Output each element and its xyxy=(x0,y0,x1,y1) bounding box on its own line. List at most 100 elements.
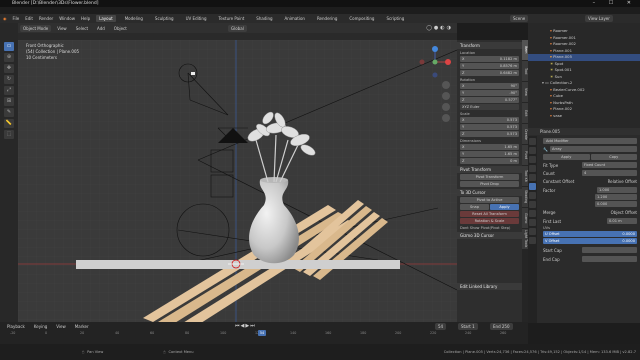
add-cube-tool-icon[interactable]: ⬚ xyxy=(4,130,14,139)
fit-type-select[interactable]: Fixed Count xyxy=(582,162,637,168)
factor-x-field[interactable]: 1.000 xyxy=(597,187,637,193)
modifier-name-field[interactable]: Array xyxy=(549,146,637,152)
playhead[interactable]: 54 xyxy=(258,330,266,336)
first-last-checkbox[interactable]: First Last xyxy=(543,219,561,224)
scene-props-tab-icon[interactable] xyxy=(529,156,536,163)
factor-y-field[interactable]: 1.200 xyxy=(595,194,637,200)
transform-section-header[interactable]: Transform xyxy=(457,42,522,49)
workspace-tab-compositing[interactable]: Compositing xyxy=(346,15,377,22)
output-props-tab-icon[interactable] xyxy=(529,147,536,154)
3d-viewport[interactable] xyxy=(18,40,457,322)
reset-all-transform-button[interactable]: Reset All Transform xyxy=(460,211,519,217)
object-menu[interactable]: Object xyxy=(111,25,130,32)
rotate-tool-icon[interactable]: ↻ xyxy=(4,75,14,84)
merge-distance-field[interactable]: 0.01 m xyxy=(607,218,637,224)
rotation-scale-button[interactable]: Rotation & Scale xyxy=(460,218,519,224)
outliner-item[interactable]: ▾ vase xyxy=(528,113,640,120)
workspace-tab-layout[interactable]: Layout xyxy=(96,15,116,22)
rotation-y-field[interactable]: Y -90° xyxy=(460,90,519,96)
workspace-tab-uv[interactable]: UV Editing xyxy=(183,15,210,22)
rotation-x-field[interactable]: X 90° xyxy=(460,83,519,89)
start-frame-field[interactable]: Start 1 xyxy=(458,322,478,330)
v-offset-field[interactable]: V Offset 0.0000 xyxy=(543,238,637,244)
modifier-props-tab-icon[interactable] xyxy=(529,183,536,190)
data-props-tab-icon[interactable] xyxy=(529,219,536,226)
workspace-tab-texture[interactable]: Texture Paint xyxy=(215,15,247,22)
timeline-view-menu[interactable]: View xyxy=(53,323,69,330)
menu-help[interactable]: Help xyxy=(81,16,90,21)
workspace-tab-scripting[interactable]: Scripting xyxy=(383,15,407,22)
playback-controls[interactable]: ⏮◀▶⏭ xyxy=(235,323,256,329)
annotate-tool-icon[interactable]: ✎ xyxy=(4,108,14,117)
rotation-z-field[interactable]: Z 0.577° xyxy=(460,97,519,103)
apply-button[interactable]: Apply xyxy=(490,204,519,210)
cursor-tool-icon[interactable]: ⊕ xyxy=(4,53,14,62)
view-layer-selector[interactable]: View Layer xyxy=(585,15,613,22)
workspace-tab-shading[interactable]: Shading xyxy=(253,15,275,22)
scale-y-field[interactable]: Y 0.573 xyxy=(460,124,519,130)
constant-offset-checkbox[interactable]: Constant Offset xyxy=(543,179,574,184)
texture-props-tab-icon[interactable] xyxy=(529,237,536,244)
modifier-apply-button[interactable]: Apply xyxy=(543,154,590,160)
end-cap-field[interactable] xyxy=(582,256,637,262)
location-x-field[interactable]: X 0.1182 m xyxy=(460,56,519,62)
shading-buttons[interactable]: ◯●◐◑ xyxy=(426,25,453,31)
menu-edit[interactable]: Edit xyxy=(25,16,33,21)
move-tool-icon[interactable]: ✥ xyxy=(4,64,14,73)
object-props-tab-icon[interactable] xyxy=(529,174,536,181)
location-z-field[interactable]: Z 0.6482 m xyxy=(460,70,519,76)
pivot-to-active-button[interactable]: Pivot to Active xyxy=(460,197,519,203)
object-offset-checkbox[interactable]: Object Offset xyxy=(611,210,637,215)
window-controls[interactable]: – ☐ ✕ xyxy=(593,0,637,6)
add-menu[interactable]: Add xyxy=(94,25,108,32)
workspace-tab-rendering[interactable]: Rendering xyxy=(314,15,340,22)
dimension-z-field[interactable]: Z0 m xyxy=(460,158,519,164)
material-props-tab-icon[interactable] xyxy=(529,228,536,235)
edit-linked-header[interactable]: Edit Linked Library xyxy=(457,283,522,290)
snap-button[interactable]: Snap xyxy=(460,204,489,210)
dimension-y-field[interactable]: Y 1.65 m xyxy=(460,151,519,157)
view-menu[interactable]: View xyxy=(54,25,70,32)
pivot-drop-button[interactable]: Pivot Drop xyxy=(460,181,519,187)
dont-show-pivot-checkbox[interactable]: Dont Show Pivot(Pivot Step) xyxy=(460,226,519,230)
add-modifier-button[interactable]: Add Modifier xyxy=(543,138,637,144)
current-frame-field[interactable]: 54 xyxy=(435,322,447,330)
render-props-tab-icon[interactable] xyxy=(529,138,536,145)
relative-offset-checkbox[interactable]: Relative Offset xyxy=(608,179,637,184)
blender-logo-icon[interactable]: ◉ xyxy=(3,16,7,21)
gizmo-3d-cursor-header[interactable]: Gizmo 3D Cursor xyxy=(457,232,522,239)
scale-z-field[interactable]: Z 0.573 xyxy=(460,131,519,137)
workspace-tab-animation[interactable]: Animation xyxy=(282,15,308,22)
factor-z-field[interactable]: 0.000 xyxy=(595,201,637,207)
transform-orientation-selector[interactable]: Global xyxy=(228,24,247,32)
transform-tool-icon[interactable]: ⊞ xyxy=(4,97,14,106)
pivot-transform-button[interactable]: Pivot Transform xyxy=(460,174,519,180)
u-offset-field[interactable]: U Offset 0.0000 xyxy=(543,231,637,237)
workspace-tab-modeling[interactable]: Modeling xyxy=(122,15,146,22)
scale-x-field[interactable]: X 0.573 xyxy=(460,117,519,123)
world-props-tab-icon[interactable] xyxy=(529,165,536,172)
menu-render[interactable]: Render xyxy=(39,16,53,21)
count-field[interactable]: 4 xyxy=(582,170,637,176)
merge-checkbox[interactable]: Merge xyxy=(543,210,556,215)
to3d-section-header[interactable]: To 3D Cursor xyxy=(457,189,522,196)
scene-selector[interactable]: Scene xyxy=(510,15,529,22)
pivot-section-header[interactable]: Pivot Transform xyxy=(457,166,522,173)
end-frame-field[interactable]: End 250 xyxy=(490,322,513,330)
physics-props-tab-icon[interactable] xyxy=(529,201,536,208)
timeline-marker-menu[interactable]: Marker xyxy=(72,323,92,330)
dimension-x-field[interactable]: X 1.65 m xyxy=(460,144,519,150)
workspace-tab-sculpting[interactable]: Sculpting xyxy=(152,15,177,22)
scale-tool-icon[interactable]: ⤢ xyxy=(4,86,14,95)
menu-window[interactable]: Window xyxy=(59,16,75,21)
select-box-tool-icon[interactable]: ▭ xyxy=(4,42,14,51)
menu-file[interactable]: File xyxy=(13,16,20,21)
particles-props-tab-icon[interactable] xyxy=(529,192,536,199)
start-cap-field[interactable] xyxy=(582,247,637,253)
modifier-copy-button[interactable]: Copy xyxy=(590,154,637,160)
constraints-props-tab-icon[interactable] xyxy=(529,210,536,217)
rotation-mode-select[interactable]: XYZ Euler xyxy=(460,104,519,110)
timeline-playback-menu[interactable]: Playback xyxy=(4,323,28,330)
location-y-field[interactable]: Y 0.8576 m xyxy=(460,63,519,69)
timeline-keying-menu[interactable]: Keying xyxy=(31,323,50,330)
